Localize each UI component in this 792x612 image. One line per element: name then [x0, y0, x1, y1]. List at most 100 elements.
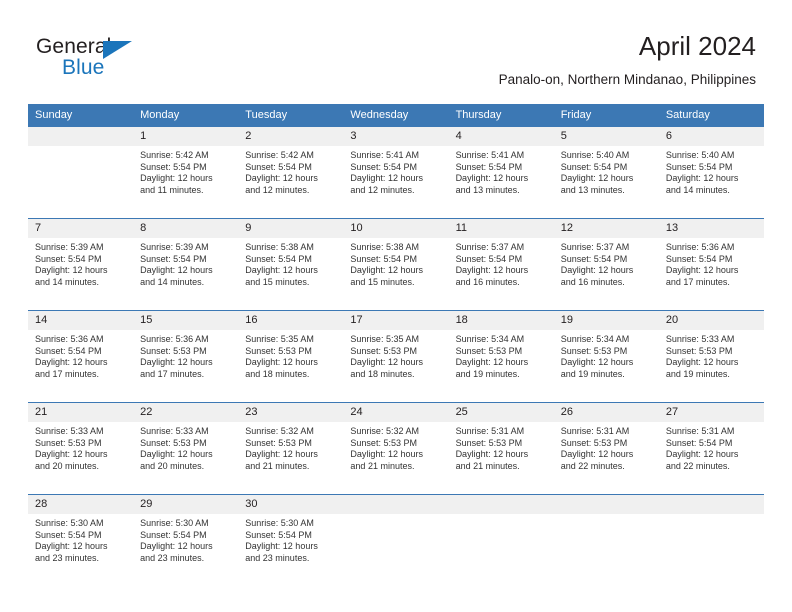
day-cell[interactable]: Sunrise: 5:37 AM Sunset: 5:54 PM Daylight:… — [553, 238, 659, 302]
sunrise-text: Sunrise: 5:32 AM — [350, 426, 419, 436]
sunset-text: Sunset: 5:54 PM — [665, 161, 733, 172]
day-number[interactable]: 27 — [658, 403, 764, 422]
sunset-text: Sunset: 5:53 PM — [245, 345, 312, 356]
sunset-text: Sunset: 5:54 PM — [35, 345, 102, 356]
day-number[interactable]: 20 — [658, 311, 764, 330]
day-number[interactable]: 5 — [553, 127, 659, 146]
day-cell[interactable]: Sunrise: 5:36 AM Sunset: 5:54 PM Daylight:… — [28, 330, 134, 394]
daylight-text-line1: Daylight: 12 hours — [35, 357, 108, 368]
day-number[interactable]: 25 — [448, 403, 554, 422]
day-cell[interactable]: Sunrise: 5:34 AM Sunset: 5:53 PM Daylight:… — [448, 330, 554, 394]
day-number[interactable]: 3 — [343, 127, 449, 146]
day-cell[interactable]: Sunrise: 5:39 AM Sunset: 5:54 PM Daylight:… — [133, 238, 239, 302]
sunset-text: Sunset: 5:54 PM — [245, 253, 312, 264]
weekday-header-wednesday: Wednesday — [343, 104, 449, 127]
day-number[interactable]: 7 — [28, 219, 134, 238]
daylight-text-line2: and 21 minutes. — [245, 460, 310, 471]
day-number[interactable]: 6 — [658, 127, 764, 146]
day-number[interactable]: 11 — [448, 219, 554, 238]
daylight-text-line1: Daylight: 12 hours — [665, 449, 739, 460]
day-cell[interactable]: Sunrise: 5:30 AM Sunset: 5:54 PM Daylight:… — [238, 514, 344, 578]
sunrise-text: Sunrise: 5:38 AM — [350, 242, 419, 252]
sunrise-text: Sunrise: 5:31 AM — [455, 426, 525, 436]
week-detail-row: Sunrise: 5:33 AM Sunset: 5:53 PM Daylight:… — [28, 422, 764, 486]
day-number-empty — [658, 495, 764, 514]
day-number[interactable]: 17 — [343, 311, 449, 330]
day-cell[interactable]: Sunrise: 5:38 AM Sunset: 5:54 PM Daylight:… — [343, 238, 449, 302]
day-cell[interactable]: Sunrise: 5:32 AM Sunset: 5:53 PM Daylight:… — [238, 422, 344, 486]
day-cell[interactable]: Sunrise: 5:40 AM Sunset: 5:54 PM Daylight:… — [658, 146, 764, 210]
day-number[interactable]: 22 — [133, 403, 239, 422]
day-number[interactable]: 18 — [448, 311, 554, 330]
day-number[interactable]: 8 — [133, 219, 239, 238]
sunrise-text: Sunrise: 5:42 AM — [245, 150, 314, 160]
sunrise-text: Sunrise: 5:33 AM — [140, 426, 209, 436]
daylight-text-line1: Daylight: 12 hours — [455, 449, 529, 460]
day-number[interactable]: 16 — [238, 311, 344, 330]
day-number[interactable]: 24 — [343, 403, 449, 422]
daylight-text-line1: Daylight: 12 hours — [350, 173, 423, 184]
day-cell[interactable]: Sunrise: 5:35 AM Sunset: 5:53 PM Daylight:… — [238, 330, 344, 394]
sunrise-text: Sunrise: 5:35 AM — [350, 334, 419, 344]
daylight-text-line2: and 23 minutes. — [140, 552, 205, 563]
day-cell[interactable]: Sunrise: 5:30 AM Sunset: 5:54 PM Daylight:… — [28, 514, 134, 578]
day-cell[interactable]: Sunrise: 5:34 AM Sunset: 5:53 PM Daylight:… — [553, 330, 659, 394]
day-number[interactable]: 12 — [553, 219, 659, 238]
daylight-text-line1: Daylight: 12 hours — [560, 449, 634, 460]
day-cell[interactable]: Sunrise: 5:31 AM Sunset: 5:54 PM Daylight:… — [658, 422, 764, 486]
day-number[interactable]: 4 — [448, 127, 554, 146]
day-cell[interactable]: Sunrise: 5:35 AM Sunset: 5:53 PM Daylight:… — [343, 330, 449, 394]
daylight-text-line2: and 14 minutes. — [140, 276, 205, 287]
day-number[interactable]: 15 — [133, 311, 239, 330]
daylight-text-line1: Daylight: 12 hours — [560, 265, 634, 276]
day-cell[interactable]: Sunrise: 5:33 AM Sunset: 5:53 PM Daylight:… — [658, 330, 764, 394]
daylight-text-line2: and 22 minutes. — [560, 460, 625, 471]
day-cell[interactable]: Sunrise: 5:31 AM Sunset: 5:53 PM Daylight:… — [448, 422, 554, 486]
day-number[interactable]: 1 — [133, 127, 239, 146]
day-cell[interactable]: Sunrise: 5:31 AM Sunset: 5:53 PM Daylight:… — [553, 422, 659, 486]
day-cell[interactable]: Sunrise: 5:33 AM Sunset: 5:53 PM Daylight:… — [28, 422, 134, 486]
day-number[interactable]: 14 — [28, 311, 134, 330]
daylight-text-line2: and 14 minutes. — [35, 276, 100, 287]
day-cell[interactable]: Sunrise: 5:36 AM Sunset: 5:54 PM Daylight:… — [658, 238, 764, 302]
sunset-text: Sunset: 5:54 PM — [245, 161, 312, 172]
day-number[interactable]: 26 — [553, 403, 659, 422]
page-header: General Blue April 2024 Panalo-on, North… — [0, 0, 792, 104]
daylight-text-line2: and 21 minutes. — [455, 460, 520, 471]
sunrise-text: Sunrise: 5:30 AM — [35, 518, 104, 528]
day-number-empty — [553, 495, 659, 514]
day-cell-empty — [448, 514, 554, 578]
day-cell[interactable]: Sunrise: 5:36 AM Sunset: 5:53 PM Daylight:… — [133, 330, 239, 394]
day-number[interactable]: 21 — [28, 403, 134, 422]
day-cell[interactable]: Sunrise: 5:42 AM Sunset: 5:54 PM Daylight:… — [133, 146, 239, 210]
day-number[interactable]: 13 — [658, 219, 764, 238]
day-number[interactable]: 2 — [238, 127, 344, 146]
day-cell[interactable]: Sunrise: 5:42 AM Sunset: 5:54 PM Daylight:… — [238, 146, 344, 210]
sunset-text: Sunset: 5:53 PM — [140, 437, 207, 448]
sunrise-text: Sunrise: 5:34 AM — [560, 334, 630, 344]
day-number[interactable]: 30 — [238, 495, 344, 514]
day-number-empty — [343, 495, 449, 514]
day-cell[interactable]: Sunrise: 5:33 AM Sunset: 5:53 PM Daylight:… — [133, 422, 239, 486]
sunrise-text: Sunrise: 5:31 AM — [665, 426, 735, 436]
day-cell[interactable]: Sunrise: 5:39 AM Sunset: 5:54 PM Daylight:… — [28, 238, 134, 302]
week-detail-row: Sunrise: 5:36 AM Sunset: 5:54 PM Daylight:… — [28, 330, 764, 394]
day-cell[interactable]: Sunrise: 5:41 AM Sunset: 5:54 PM Daylight:… — [343, 146, 449, 210]
day-cell[interactable]: Sunrise: 5:41 AM Sunset: 5:54 PM Daylight:… — [448, 146, 554, 210]
day-number-empty — [448, 495, 554, 514]
day-number[interactable]: 19 — [553, 311, 659, 330]
day-cell[interactable]: Sunrise: 5:38 AM Sunset: 5:54 PM Daylight:… — [238, 238, 344, 302]
general-blue-logo[interactable]: General Blue — [36, 36, 166, 82]
day-number[interactable]: 10 — [343, 219, 449, 238]
sunset-text: Sunset: 5:54 PM — [560, 161, 628, 172]
day-number[interactable]: 29 — [133, 495, 239, 514]
day-number[interactable]: 9 — [238, 219, 344, 238]
daylight-text-line2: and 20 minutes. — [140, 460, 205, 471]
day-cell[interactable]: Sunrise: 5:37 AM Sunset: 5:54 PM Daylight:… — [448, 238, 554, 302]
day-cell[interactable]: Sunrise: 5:40 AM Sunset: 5:54 PM Daylight:… — [553, 146, 659, 210]
day-cell[interactable]: Sunrise: 5:32 AM Sunset: 5:53 PM Daylight:… — [343, 422, 449, 486]
day-cell[interactable]: Sunrise: 5:30 AM Sunset: 5:54 PM Daylight:… — [133, 514, 239, 578]
page-title: April 2024 — [638, 31, 756, 61]
day-number[interactable]: 28 — [28, 495, 134, 514]
day-number[interactable]: 23 — [238, 403, 344, 422]
